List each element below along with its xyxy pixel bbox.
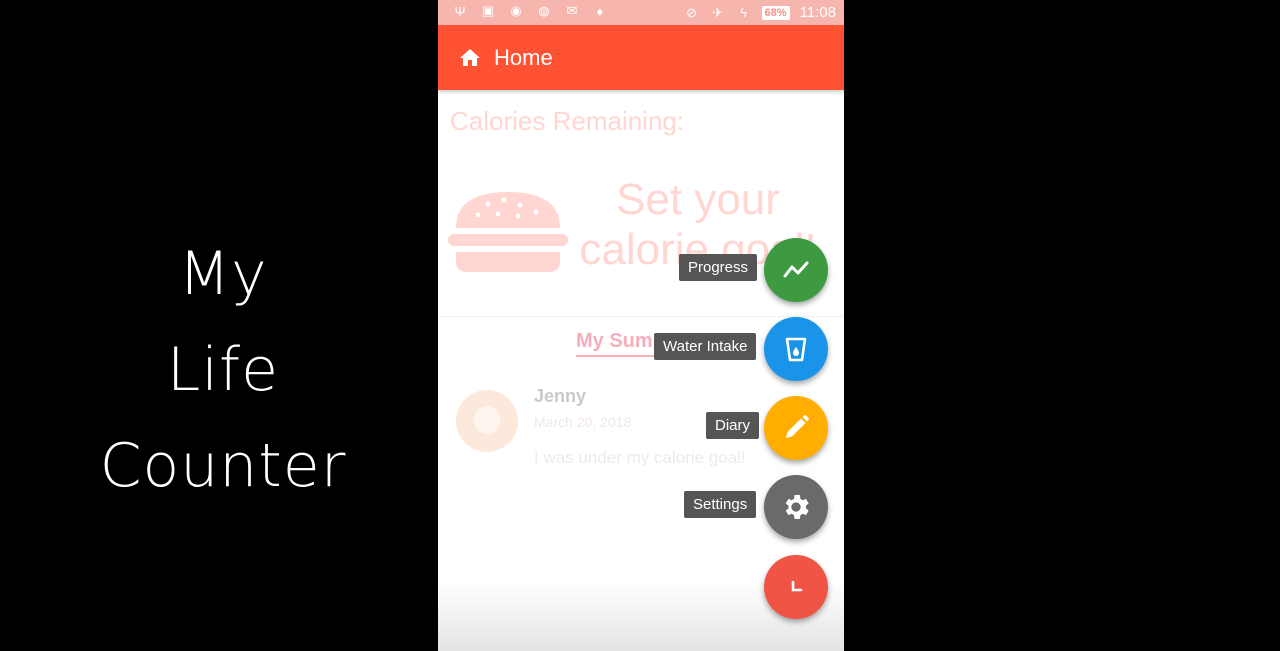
basketball-icon: ◍: [538, 3, 550, 18]
battery-indicator: 68%: [761, 5, 790, 20]
image-icon: ▣: [481, 3, 495, 18]
avatar: [456, 390, 518, 452]
promo-line-2: Life: [166, 335, 280, 405]
airplane-icon: ✈: [712, 4, 723, 20]
post-date: March 20, 2018: [534, 414, 632, 430]
calories-remaining-label: Calories Remaining:: [450, 106, 685, 136]
usb-icon: Ψ: [454, 3, 466, 19]
progress-label: Progress: [679, 254, 758, 281]
water-intake-label: Water Intake: [654, 333, 757, 360]
pencil-icon: [786, 415, 809, 438]
spotify-icon: ◉: [510, 3, 522, 18]
do-not-disturb-icon: ⊘: [686, 4, 697, 20]
goal-line-1: Set your: [616, 175, 780, 224]
clock: 11:08: [799, 4, 836, 21]
progress-button[interactable]: [764, 238, 828, 302]
promo-line-1: My: [178, 239, 268, 309]
location-pin-icon: ♦: [596, 3, 604, 19]
avatar-face: [474, 406, 500, 434]
settings-button[interactable]: [764, 475, 828, 539]
burger-icon: [448, 192, 568, 272]
close-icon: [791, 580, 803, 592]
diary-button[interactable]: [764, 396, 828, 460]
home-icon[interactable]: [458, 46, 482, 70]
post-text: I was under my calorie goal!: [534, 448, 746, 467]
post-author: Jenny: [534, 386, 587, 406]
diary-label: Diary: [706, 412, 760, 439]
status-bar: Ψ ▣ ◉ ◍ ✉ ♦ ⊘ ✈ ϟ 68% 11:08: [438, 0, 844, 25]
water-intake-button[interactable]: [764, 317, 828, 381]
trend-line-icon: [783, 261, 809, 278]
page-title: Home: [494, 44, 553, 70]
gear-icon: [785, 495, 809, 519]
fab-main-button[interactable]: [764, 555, 828, 619]
mail-icon: ✉: [566, 3, 578, 18]
charging-icon: ϟ: [740, 5, 747, 20]
section-divider: [438, 316, 844, 317]
app-bar: Home: [438, 25, 844, 90]
water-cup-icon: [785, 337, 807, 362]
settings-label: Settings: [684, 491, 757, 518]
promo-title: My Life Counter: [0, 226, 446, 514]
promo-line-3: Counter: [99, 431, 347, 501]
phone-screen: Ψ ▣ ◉ ◍ ✉ ♦ ⊘ ✈ ϟ 68% 11:08 Home Calorie…: [438, 0, 844, 651]
